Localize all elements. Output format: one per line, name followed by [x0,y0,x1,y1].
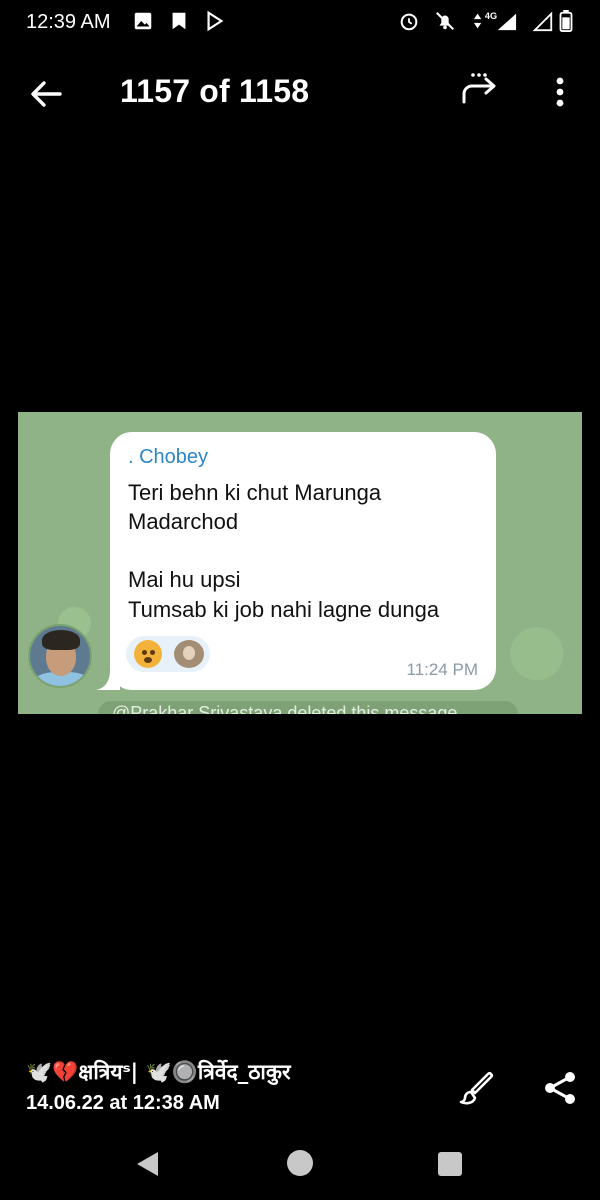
partial-service-message: @Prakhar Srivastava deleted this message [98,701,518,714]
sender-avatar [28,624,92,688]
chat-screenshot-image[interactable]: . Chobey Teri behn ki chut Marunga Madar… [18,412,582,714]
exploding-head-emoji-icon [134,640,162,668]
nav-recents-icon[interactable] [438,1152,462,1176]
nav-back-button[interactable] [134,1150,162,1178]
image-date: 14.06.22 at 12:38 AM [26,1092,220,1114]
status-time: 12:39 AM [26,11,111,33]
status-bar: 12:39 AM 4G [0,0,600,44]
play-store-icon [204,10,226,32]
partial-service-text: @Prakhar Srivastava deleted this message [112,703,458,714]
message-bubble: . Chobey Teri behn ki chut Marunga Madar… [110,432,496,690]
forward-icon [462,73,496,104]
message-line: Tumsab ki job nahi lagne dunga [128,597,440,622]
network-label: 4G [485,11,497,21]
forward-button[interactable] [458,70,500,112]
share-button[interactable] [540,1068,580,1108]
more-vert-icon [556,77,564,107]
reactions [126,636,210,672]
sender-name: . Chobey [128,446,209,468]
nav-back-icon [137,1152,158,1176]
share-icon [545,1072,575,1104]
nav-home-icon[interactable] [287,1150,313,1176]
notifications-off-icon [434,10,456,32]
uploader-name: 🕊️💔क्षत्रियˢ| 🕊️🔘त्रिर्वेद_ठाकुर [26,1060,291,1084]
edit-button[interactable] [456,1068,496,1108]
notification-icon [168,10,190,32]
back-button[interactable] [26,74,66,114]
more-options-button[interactable] [546,72,574,112]
battery-icon [558,10,574,32]
message-time: 11:24 PM [406,660,478,679]
viewer-toolbar: 1157 of 1158 [0,60,600,124]
brush-icon [459,1071,494,1105]
alarm-icon [398,10,420,32]
message-line: Madarchod [128,509,239,534]
message-line: Mai hu upsi [128,567,241,592]
message-line: Teri behn ki chut Marunga [128,480,382,505]
system-nav-bar [0,1126,600,1200]
network-4g-icon: 4G [470,10,520,32]
image-counter: 1157 of 1158 [120,73,310,109]
reactor-avatar [174,640,204,668]
arrow-left-icon [31,81,62,107]
gallery-icon [132,10,154,32]
no-signal-icon [532,10,554,32]
